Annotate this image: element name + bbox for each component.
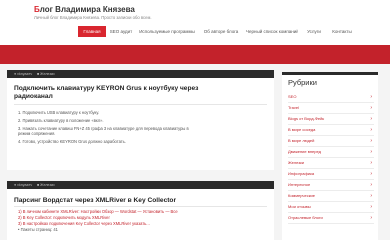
nav-item-blacklist[interactable]: Черный список компаний — [246, 26, 298, 37]
sidebar-title: Рубрики — [288, 78, 317, 87]
chevron-right-icon: › — [370, 138, 372, 144]
sidebar-item-people[interactable]: В мире людей › — [288, 136, 374, 147]
sidebar-item-label: Отраслевые блоги — [288, 215, 323, 220]
post-meta-bar: ● vknyazev ■ Железки — [7, 181, 274, 189]
post-author[interactable]: ● vknyazev — [14, 183, 32, 188]
sidebar-item-reviews[interactable]: Мои отзывы › — [288, 202, 374, 213]
list-item: 2. Привязать клавиатуру в положение «вкл… — [18, 118, 104, 123]
post-title-line: Подключить клавиатуру KEYRON Grus к ноут… — [14, 85, 199, 92]
sidebar-item-forward[interactable]: Движение вперед › — [288, 147, 374, 158]
post-title[interactable]: Парсинг Вордстат через XMLRiver в Key Co… — [14, 197, 176, 205]
post-category-label: Железки — [40, 71, 55, 76]
chevron-right-icon: › — [370, 171, 372, 177]
chevron-right-icon: › — [370, 105, 372, 111]
post-meta-bar: ● vknyazev ■ Железки — [7, 70, 274, 78]
site-subtitle: Личный блог Владимира Князева. Просто за… — [34, 15, 152, 20]
chevron-right-icon: › — [370, 204, 372, 210]
nav-item-programs[interactable]: Используемые программы — [137, 26, 197, 37]
sidebar-item-label: SEO — [288, 94, 297, 99]
chevron-right-icon: › — [370, 94, 372, 100]
main-nav: Главная SEO аудит Используемые программы… — [0, 25, 390, 38]
folder-icon: ■ — [37, 182, 40, 187]
chevron-right-icon: › — [370, 182, 372, 188]
list-item: режим сопряжения. — [18, 131, 56, 136]
sidebar-item-blogs[interactable]: Blogs от Ворд-Фейк › — [288, 114, 374, 125]
sidebar-item-label: В мире людей — [288, 138, 315, 143]
folder-icon: ■ — [37, 71, 40, 76]
nav-item-about[interactable]: Об авторе блога — [200, 26, 242, 37]
sidebar-item-label: Коммерческие — [288, 193, 315, 198]
divider — [14, 104, 267, 105]
sidebar-item-neighbor[interactable]: В мире соседа › — [288, 125, 374, 136]
post-title[interactable]: Подключить клавиатуру KEYRON Grus к ноут… — [14, 85, 198, 101]
sidebar-item-label: Железки — [288, 160, 305, 165]
list-item: 1) В личном кабинете XMLRiver: Настройки… — [18, 209, 178, 214]
post-author-label: vknyazev — [17, 71, 33, 76]
hero-strip — [0, 45, 390, 64]
post-category[interactable]: ■ Железки — [37, 183, 55, 188]
user-icon: ● — [14, 71, 17, 76]
post-card: ● vknyazev ■ Железки Парсинг Вордстат че… — [7, 181, 274, 240]
sidebar-item-hardware[interactable]: Железки › — [288, 158, 374, 169]
post-title-line: радиоканал — [14, 93, 53, 100]
list-item: 4. Готово, устройство KEYRON Grus должно… — [18, 139, 126, 144]
sidebar-item-seo[interactable]: SEO › — [288, 92, 374, 103]
sidebar-item-label: Интересное — [288, 182, 311, 187]
sidebar-item-label: Инфографика — [288, 171, 315, 176]
chevron-right-icon: › — [370, 215, 372, 221]
nav-item-seo-audit[interactable]: SEO аудит — [108, 26, 134, 37]
sidebar-item-industry[interactable]: Отраслевые блоги › — [288, 213, 374, 224]
sidebar-item-label: Мои отзывы — [288, 204, 311, 209]
nav-item-home[interactable]: Главная — [78, 26, 106, 37]
sidebar-item-label: Движение вперед — [288, 149, 321, 154]
sidebar-item-label: В мире соседа — [288, 127, 316, 132]
list-item: 2) В Key Collector: подключить модуль XM… — [18, 215, 110, 220]
sidebar-item-infographics[interactable]: Инфографика › — [288, 169, 374, 180]
divider — [14, 206, 267, 207]
site-title[interactable]: Блог Владимира Князева — [34, 5, 135, 14]
chevron-right-icon: › — [370, 160, 372, 166]
nav-item-contacts[interactable]: Контакты — [328, 26, 356, 37]
chevron-right-icon: › — [370, 127, 372, 133]
post-card: ● vknyazev ■ Железки Подключить клавиату… — [7, 70, 274, 170]
list-item: 1. Подключить USB клавиатуру к ноутбуку. — [18, 110, 100, 115]
chevron-right-icon: › — [370, 149, 372, 155]
chevron-right-icon: › — [370, 116, 372, 122]
user-icon: ● — [14, 182, 17, 187]
list-item: 3) В настройках подключения Key Collecto… — [18, 221, 150, 226]
nav-item-services[interactable]: Услуги — [303, 26, 325, 37]
site-header: Блог Владимира Князева Личный блог Влади… — [0, 0, 390, 45]
post-author[interactable]: ● vknyazev — [14, 72, 32, 77]
post-category[interactable]: ■ Железки — [37, 72, 55, 77]
sidebar-categories: Рубрики SEO › Travel › Blogs от Ворд-Фейк ›… — [282, 72, 378, 240]
chevron-right-icon: › — [370, 193, 372, 199]
post-category-label: Железки — [40, 182, 55, 187]
post-author-label: vknyazev — [17, 182, 33, 187]
sidebar-item-label: Travel — [288, 105, 299, 110]
sidebar-item-interesting[interactable]: Интересное › — [288, 180, 374, 191]
sidebar-item-commercial[interactable]: Коммерческие › — [288, 191, 374, 202]
site-title-rest: лог Владимира Князева — [39, 5, 135, 14]
sidebar-item-label: Blogs от Ворд-Фейк — [288, 116, 325, 121]
sidebar-item-travel[interactable]: Travel › — [288, 103, 374, 114]
sidebar-top-bar — [282, 72, 378, 75]
list-item: • Пакеты страниц: 41 — [18, 227, 58, 232]
